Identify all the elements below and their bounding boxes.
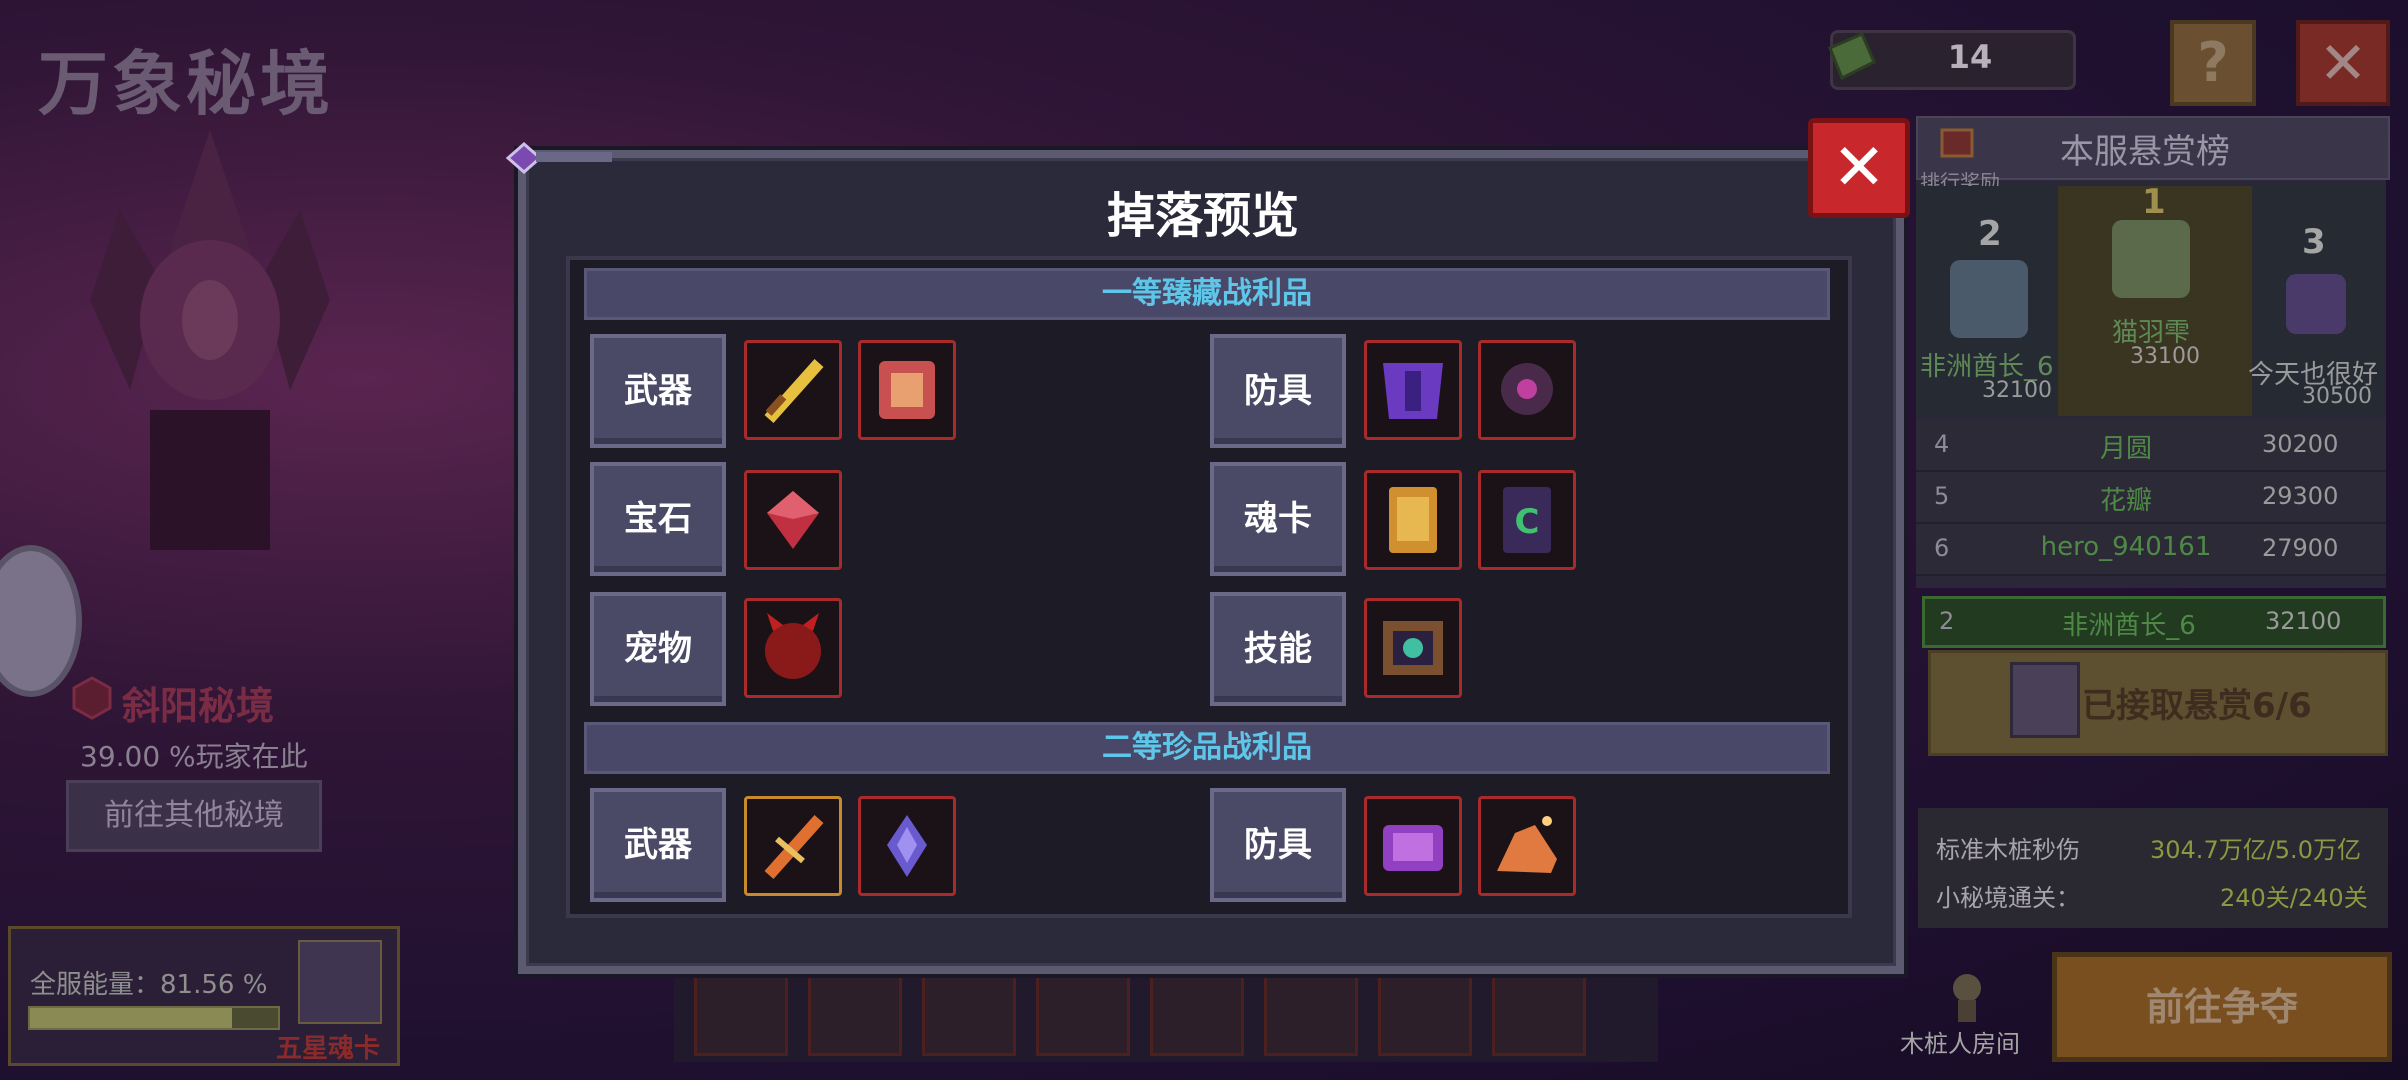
- strip-item[interactable]: [922, 962, 1016, 1056]
- purple-chest-icon[interactable]: [1364, 796, 1462, 896]
- orange-ore-icon[interactable]: [1478, 796, 1576, 896]
- podium-score-2: 32100: [1982, 378, 2052, 403]
- ruby-gem-icon[interactable]: [744, 470, 842, 570]
- category-weapon-button-tier2[interactable]: 武器: [590, 788, 726, 902]
- green-c-card-icon[interactable]: C: [1478, 470, 1576, 570]
- bounty-status-label: 已接取悬赏6/6: [2082, 686, 2312, 726]
- dps-label: 标准木桩秒伤: [1936, 836, 2080, 864]
- strip-item[interactable]: [694, 962, 788, 1056]
- podium-rank-2: 2: [1978, 214, 2002, 254]
- podium-rank-3: 3: [2302, 222, 2326, 262]
- category-pet-button[interactable]: 宠物: [590, 592, 726, 706]
- avatar[interactable]: [1950, 260, 2028, 338]
- section-tier1-header: 一等臻藏战利品: [584, 268, 1830, 320]
- help-button[interactable]: ?: [2170, 20, 2256, 106]
- row-score: 27900: [2262, 534, 2339, 562]
- table-row: 6 hero_940161 27900: [1916, 524, 2386, 576]
- modal-corner-ornament: [506, 142, 612, 174]
- red-chest-armor-icon[interactable]: [858, 340, 956, 440]
- close-button[interactable]: ✕: [2296, 20, 2390, 106]
- skill-scroll-icon[interactable]: [1364, 598, 1462, 698]
- currency-value: 14: [1947, 38, 1993, 76]
- red-demon-pet-icon[interactable]: [744, 598, 842, 698]
- strip-item[interactable]: [808, 962, 902, 1056]
- row-score: 30200: [2262, 430, 2339, 458]
- realm-player-percent: 39.00 %玩家在此: [80, 740, 308, 773]
- previous-realm-button[interactable]: [0, 545, 82, 697]
- dummy-room-label[interactable]: 木桩人房间: [1900, 1024, 2020, 1059]
- bounty-scroll-icon: [2010, 662, 2080, 738]
- strip-item[interactable]: [1492, 962, 1586, 1056]
- row-rank: 5: [1934, 482, 1950, 510]
- row-score: 32100: [2265, 607, 2342, 635]
- category-weapon-button[interactable]: 武器: [590, 334, 726, 448]
- purple-crystal-icon[interactable]: [858, 796, 956, 896]
- category-armor-button[interactable]: 防具: [1210, 334, 1346, 448]
- modal-title: 掉落预览: [1106, 188, 1299, 244]
- row-name: 月圆: [2099, 434, 2152, 464]
- podium-score-1: 33100: [2130, 344, 2200, 369]
- realm-title: 万象秘境: [38, 43, 334, 125]
- row-rank: 4: [1934, 430, 1950, 458]
- category-gem-button[interactable]: 宝石: [590, 462, 726, 576]
- strip-item[interactable]: [1036, 962, 1130, 1056]
- section-tier2-header: 二等珍品战利品: [584, 722, 1830, 774]
- category-soulcard-button[interactable]: 魂卡: [1210, 462, 1346, 576]
- avatar[interactable]: [2112, 220, 2190, 298]
- my-rank-row: 2 非洲酋长_6 32100: [1922, 596, 2386, 648]
- ticket-icon: [1828, 32, 1876, 81]
- row-rank: 6: [1934, 534, 1950, 562]
- clear-value: 240关/240关: [2220, 884, 2368, 912]
- row-name: 非洲酋长_6: [2062, 611, 2196, 641]
- clear-label: 小秘境通关：: [1936, 884, 2080, 912]
- table-row: 5 花瓣 29300: [1916, 472, 2386, 524]
- reward-chest-icon[interactable]: [1940, 120, 1974, 160]
- podium-rank-1: 1: [2142, 182, 2166, 222]
- table-row: 4 月圆 30200: [1916, 420, 2386, 472]
- strip-item[interactable]: [1264, 962, 1358, 1056]
- modal-close-button[interactable]: ✕: [1808, 118, 1910, 218]
- realm-emblem-icon: [72, 676, 112, 720]
- category-skill-button[interactable]: 技能: [1210, 592, 1346, 706]
- row-name: 花瓣: [2099, 486, 2152, 516]
- purple-armor-icon[interactable]: [1364, 340, 1462, 440]
- golden-card-icon[interactable]: [1364, 470, 1462, 570]
- podium-score-3: 30500: [2302, 384, 2372, 409]
- flame-sword-icon[interactable]: [744, 796, 842, 896]
- avatar[interactable]: [2286, 274, 2346, 334]
- training-dummy-icon[interactable]: [1938, 968, 1996, 1024]
- dark-hood-icon[interactable]: [1478, 340, 1576, 440]
- strip-item[interactable]: [1150, 962, 1244, 1056]
- leaderboard-title: 本服悬赏榜: [2060, 132, 2230, 172]
- five-star-card-label: 五星魂卡: [276, 1034, 381, 1064]
- five-star-card-icon[interactable]: [298, 940, 382, 1024]
- server-energy-fill: [30, 1008, 233, 1028]
- golden-sword-icon[interactable]: [744, 340, 842, 440]
- strip-item[interactable]: [1378, 962, 1472, 1056]
- realm-name: 斜阳秘境: [122, 684, 275, 728]
- dps-value: 304.7万亿/5.0万亿: [2150, 836, 2361, 864]
- server-energy-bar: [28, 1006, 280, 1030]
- row-score: 29300: [2262, 482, 2339, 510]
- row-name: hero_940161: [2040, 532, 2212, 562]
- go-other-realm-button[interactable]: 前往其他秘境: [66, 780, 322, 852]
- crystal-tower-icon: [90, 130, 330, 550]
- category-armor-button-tier2[interactable]: 防具: [1210, 788, 1346, 902]
- svg-text:C: C: [1515, 502, 1540, 542]
- server-energy-label: 全服能量：81.56 %: [30, 970, 268, 1000]
- go-contest-button[interactable]: 前往争夺: [2052, 952, 2392, 1062]
- row-rank: 2: [1939, 607, 1955, 635]
